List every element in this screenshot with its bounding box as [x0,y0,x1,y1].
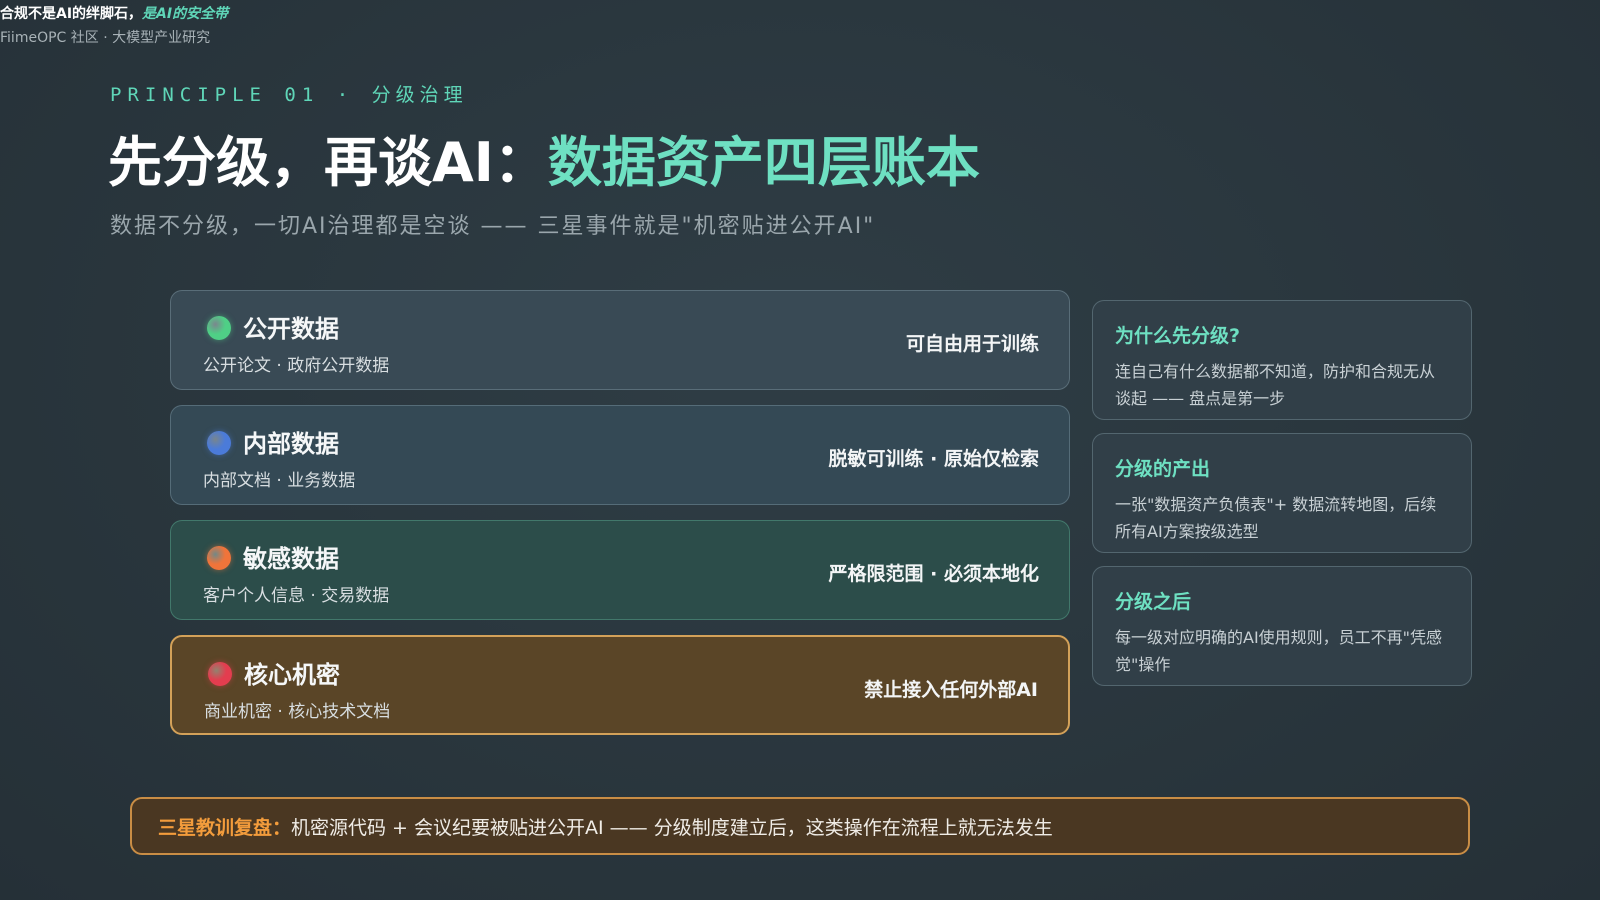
tier-card-core-secret: 核心机密 商业机密 · 核心技术文档 禁止接入任何外部AI [170,635,1070,735]
slide-headline: 先分级，再谈AI：数据资产四层账本 [108,128,980,198]
tier-desc: 商业机密 · 核心技术文档 [204,702,391,722]
tier-rule: 可自由用于训练 [905,333,1039,355]
tier-rule: 严格限范围 · 必须本地化 [828,563,1039,585]
side-notes: 为什么先分级? 连自己有什么数据都不知道，防护和合规无从谈起 —— 盘点是第一步… [1092,300,1472,699]
header-subtitle: FiimeOPC 社区 · 大模型产业研究 [0,30,211,46]
header-title-main: 合规不是AI的绊脚石， [0,6,143,22]
tier-name: 敏感数据 [243,545,339,573]
tier-rule: 脱敏可训练 · 原始仅检索 [828,448,1039,470]
tier-name: 内部数据 [243,430,339,458]
slide-page: 合规不是AI的绊脚石，是AI的安全带 FiimeOPC 社区 · 大模型产业研究… [0,0,1600,900]
tier-name: 公开数据 [243,315,339,343]
callout-text: 机密源代码 + 会议纪要被贴进公开AI —— 分级制度建立后，这类操作在流程上就… [291,816,1053,839]
headline-accent: 数据资产四层账本 [547,131,980,194]
side-card-after: 分级之后 每一级对应明确的AI使用规则，员工不再"凭感觉"操作 [1092,566,1472,686]
tier-desc: 公开论文 · 政府公开数据 [203,356,390,376]
side-card-body: 每一级对应明确的AI使用规则，员工不再"凭感觉"操作 [1115,628,1443,674]
top-header: 合规不是AI的绊脚石，是AI的安全带 FiimeOPC 社区 · 大模型产业研究 [0,4,228,48]
tier-card-sensitive: 敏感数据 客户个人信息 · 交易数据 严格限范围 · 必须本地化 [170,520,1070,620]
tier-card-internal: 内部数据 内部文档 · 业务数据 脱敏可训练 · 原始仅检索 [170,405,1070,505]
tier-desc: 内部文档 · 业务数据 [203,471,356,491]
orange-dot-icon [207,546,231,570]
data-tier-list: 公开数据 公开论文 · 政府公开数据 可自由用于训练 内部数据 内部文档 · 业… [170,290,1070,750]
side-card-why: 为什么先分级? 连自己有什么数据都不知道，防护和合规无从谈起 —— 盘点是第一步 [1092,300,1472,420]
tier-name: 核心机密 [244,661,340,689]
red-dot-icon [208,662,232,686]
side-card-title: 为什么先分级? [1115,325,1241,347]
callout-lead: 三星教训复盘： [158,816,292,839]
principle-eyebrow: PRINCIPLE 01 · 分级治理 [110,80,468,107]
tier-desc: 客户个人信息 · 交易数据 [203,586,390,606]
side-card-title: 分级之后 [1115,591,1192,613]
side-card-title: 分级的产出 [1115,458,1211,480]
green-dot-icon [207,316,231,340]
side-card-body: 一张"数据资产负债表"+ 数据流转地图，后续所有AI方案按级选型 [1115,495,1437,541]
header-title-accent: 是AI的安全带 [142,6,229,22]
lesson-callout: 三星教训复盘： 机密源代码 + 会议纪要被贴进公开AI —— 分级制度建立后，这类… [130,797,1470,855]
slide-subline: 数据不分级，一切AI治理都是空谈 —— 三星事件就是"机密贴进公开AI" [110,214,876,239]
header-title: 合规不是AI的绊脚石，是AI的安全带 [0,4,228,24]
headline-main: 先分级，再谈AI： [108,131,548,194]
eyebrow-cn: 分级治理 [371,84,468,106]
eyebrow-code: PRINCIPLE 01 · [110,84,372,106]
blue-dot-icon [207,431,231,455]
tier-card-public: 公开数据 公开论文 · 政府公开数据 可自由用于训练 [170,290,1070,390]
side-card-output: 分级的产出 一张"数据资产负债表"+ 数据流转地图，后续所有AI方案按级选型 [1092,433,1472,553]
side-card-body: 连自己有什么数据都不知道，防护和合规无从谈起 —— 盘点是第一步 [1115,362,1436,408]
tier-rule: 禁止接入任何外部AI [864,679,1038,701]
